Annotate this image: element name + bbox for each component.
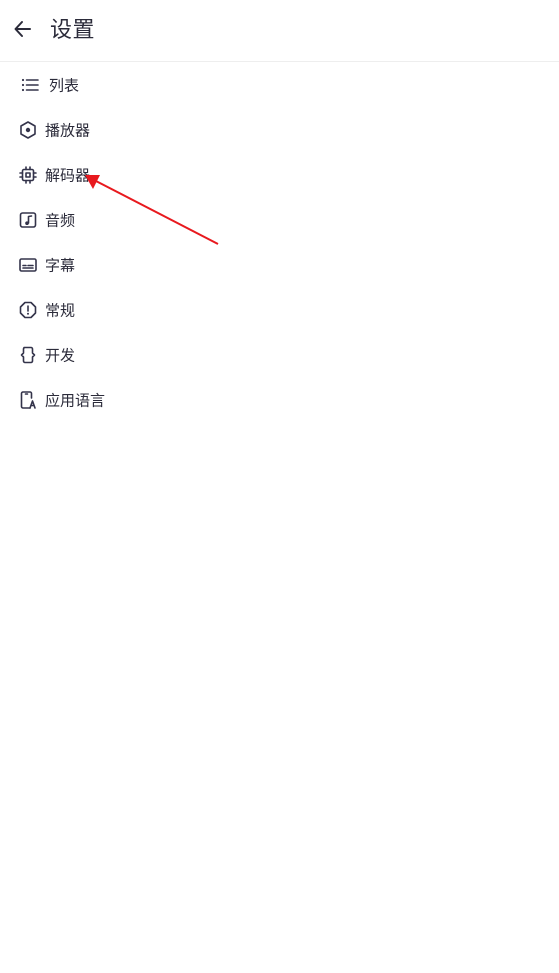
menu-item-label: 音频	[45, 211, 76, 229]
subtitles-icon	[18, 255, 38, 275]
alert-octagon-icon	[18, 300, 38, 320]
menu-item-player[interactable]: 播放器	[0, 107, 559, 152]
back-button[interactable]	[6, 14, 40, 48]
menu-item-audio[interactable]: 音频	[0, 197, 559, 242]
menu-item-developer[interactable]: 开发	[0, 332, 559, 377]
menu-item-list[interactable]: 列表	[0, 62, 559, 107]
settings-menu: 列表 播放器 解码器 音频 字幕 常规 开发 应用语言	[0, 62, 559, 422]
menu-item-subtitles[interactable]: 字幕	[0, 242, 559, 287]
code-braces-icon	[18, 345, 38, 365]
hexagon-dot-icon	[18, 120, 38, 140]
music-note-icon	[18, 210, 38, 230]
menu-item-label: 常规	[45, 301, 76, 319]
menu-item-general[interactable]: 常规	[0, 287, 559, 332]
menu-item-label: 解码器	[45, 166, 91, 184]
page-title: 设置	[50, 18, 96, 43]
menu-item-decoder[interactable]: 解码器	[0, 152, 559, 197]
chip-icon	[18, 165, 38, 185]
menu-item-label: 播放器	[45, 121, 91, 139]
app-bar: 设置	[0, 0, 559, 62]
list-icon	[20, 75, 40, 95]
phone-language-icon	[18, 390, 38, 410]
menu-item-label: 字幕	[45, 256, 76, 274]
menu-item-app-language[interactable]: 应用语言	[0, 377, 559, 422]
arrow-left-icon	[12, 18, 34, 44]
menu-item-label: 开发	[45, 346, 76, 364]
menu-item-label: 列表	[49, 76, 80, 94]
menu-item-label: 应用语言	[45, 391, 106, 409]
